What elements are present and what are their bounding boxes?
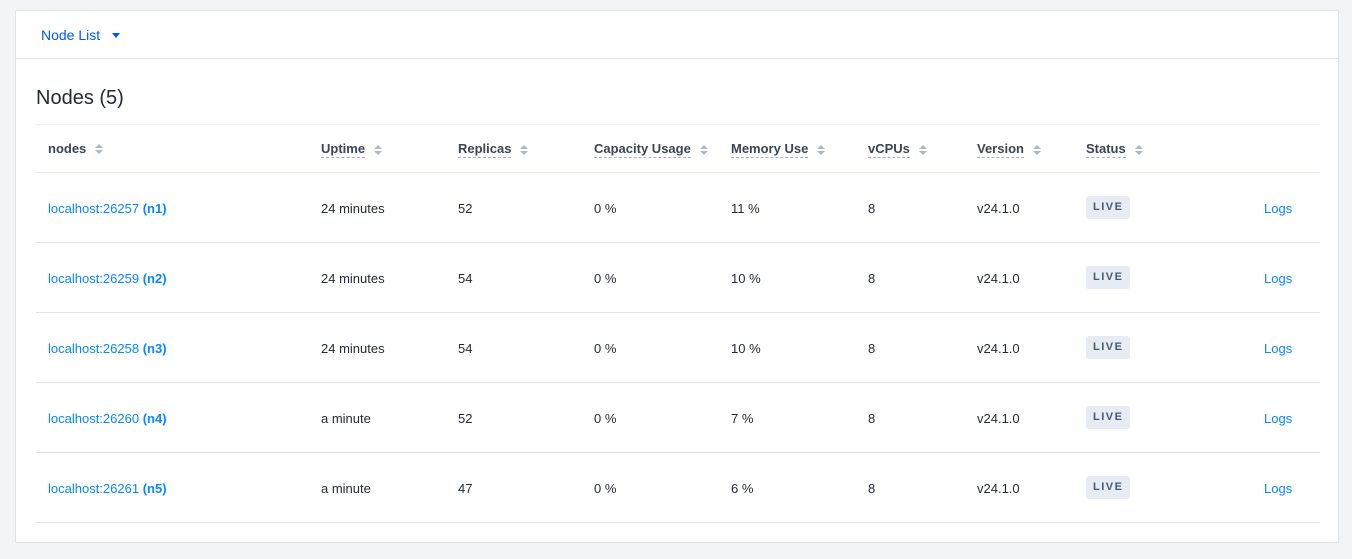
- column-label-status: Status: [1086, 141, 1126, 158]
- status-badge: LIVE: [1086, 196, 1131, 219]
- column-header-vcpus[interactable]: vCPUs: [868, 141, 927, 158]
- replicas-cell: 54: [458, 341, 473, 356]
- memory-cell: 6 %: [731, 481, 754, 496]
- sort-icon: [699, 144, 708, 155]
- node-link[interactable]: localhost:26257 (n1): [48, 201, 167, 216]
- nodes-panel: Node List Nodes (5) nodes Uptime Replica…: [15, 10, 1339, 543]
- sort-icon: [95, 144, 104, 154]
- node-link[interactable]: localhost:26259 (n2): [48, 271, 167, 286]
- status-badge: LIVE: [1086, 476, 1131, 499]
- node-address: localhost:26259: [48, 271, 140, 286]
- column-label-memory: Memory Use: [731, 141, 809, 158]
- node-list-dropdown-label: Node List: [41, 26, 101, 43]
- node-id: (n3): [142, 341, 167, 356]
- memory-cell: 11 %: [731, 201, 760, 216]
- logs-link[interactable]: Logs: [1264, 411, 1292, 426]
- column-header-capacity[interactable]: Capacity Usage: [594, 141, 708, 158]
- memory-cell: 10 %: [731, 271, 761, 286]
- uptime-cell: 24 minutes: [321, 271, 385, 286]
- node-address: localhost:26261: [48, 481, 140, 496]
- sort-icon: [374, 144, 383, 155]
- status-badge: LIVE: [1086, 406, 1131, 429]
- column-label-version: Version: [977, 141, 1024, 158]
- version-cell: v24.1.0: [977, 271, 1020, 286]
- column-label-vcpus: vCPUs: [868, 141, 910, 158]
- column-label-nodes: nodes: [48, 141, 87, 156]
- table-row: localhost:26257 (n1) 24 minutes 52 0 % 1…: [36, 173, 1320, 243]
- capacity-cell: 0 %: [594, 271, 617, 286]
- replicas-cell: 47: [458, 481, 473, 496]
- capacity-cell: 0 %: [594, 481, 617, 496]
- caret-down-icon: [112, 33, 121, 38]
- node-id: (n2): [142, 271, 167, 286]
- node-link[interactable]: localhost:26261 (n5): [48, 481, 167, 496]
- version-cell: v24.1.0: [977, 411, 1020, 426]
- node-link[interactable]: localhost:26258 (n3): [48, 341, 167, 356]
- page-title: Nodes (5): [36, 87, 124, 109]
- logs-link[interactable]: Logs: [1264, 201, 1292, 216]
- version-cell: v24.1.0: [977, 481, 1020, 496]
- uptime-cell: a minute: [321, 411, 371, 426]
- capacity-cell: 0 %: [594, 201, 617, 216]
- column-header-version[interactable]: Version: [977, 141, 1041, 158]
- table-row: localhost:26259 (n2) 24 minutes 54 0 % 1…: [36, 243, 1320, 313]
- vcpus-cell: 8: [868, 341, 876, 356]
- logs-link[interactable]: Logs: [1264, 341, 1292, 356]
- table-row: localhost:26258 (n3) 24 minutes 54 0 % 1…: [36, 313, 1320, 383]
- sort-icon: [520, 144, 529, 155]
- topbar: Node List: [16, 11, 1338, 59]
- table-header: nodes Uptime Replicas Capacity Usage Mem…: [36, 124, 1320, 173]
- memory-cell: 10 %: [731, 341, 761, 356]
- node-id: (n4): [142, 411, 167, 426]
- sort-icon: [1032, 144, 1041, 155]
- vcpus-cell: 8: [868, 271, 876, 286]
- column-label-uptime: Uptime: [321, 141, 366, 158]
- column-header-nodes[interactable]: nodes: [48, 141, 104, 157]
- node-address: localhost:26260: [48, 411, 140, 426]
- vcpus-cell: 8: [868, 481, 876, 496]
- node-link[interactable]: localhost:26260 (n4): [48, 411, 167, 426]
- vcpus-cell: 8: [868, 201, 876, 216]
- sort-icon: [918, 144, 927, 155]
- node-id: (n5): [142, 481, 167, 496]
- uptime-cell: 24 minutes: [321, 201, 385, 216]
- column-header-replicas[interactable]: Replicas: [458, 141, 529, 158]
- version-cell: v24.1.0: [977, 201, 1020, 216]
- node-list-dropdown[interactable]: Node List: [41, 26, 121, 43]
- node-address: localhost:26257: [48, 201, 140, 216]
- replicas-cell: 52: [458, 411, 473, 426]
- table-row: localhost:26260 (n4) a minute 52 0 % 7 %…: [36, 383, 1320, 453]
- sort-icon: [1134, 144, 1143, 155]
- column-header-uptime[interactable]: Uptime: [321, 141, 383, 158]
- replicas-cell: 54: [458, 271, 473, 286]
- column-label-capacity: Capacity Usage: [594, 141, 691, 158]
- column-header-status[interactable]: Status: [1086, 141, 1143, 158]
- version-cell: v24.1.0: [977, 341, 1020, 356]
- status-badge: LIVE: [1086, 336, 1131, 359]
- node-id: (n1): [142, 201, 167, 216]
- nodes-table: nodes Uptime Replicas Capacity Usage Mem…: [36, 124, 1320, 523]
- uptime-cell: a minute: [321, 481, 371, 496]
- sort-icon: [817, 144, 826, 155]
- capacity-cell: 0 %: [594, 411, 617, 426]
- table-row: localhost:26261 (n5) a minute 47 0 % 6 %…: [36, 453, 1320, 523]
- status-badge: LIVE: [1086, 266, 1131, 289]
- column-label-replicas: Replicas: [458, 141, 512, 158]
- logs-link[interactable]: Logs: [1264, 271, 1292, 286]
- logs-link[interactable]: Logs: [1264, 481, 1292, 496]
- vcpus-cell: 8: [868, 411, 876, 426]
- replicas-cell: 52: [458, 201, 473, 216]
- memory-cell: 7 %: [731, 411, 754, 426]
- column-header-memory[interactable]: Memory Use: [731, 141, 826, 158]
- uptime-cell: 24 minutes: [321, 341, 385, 356]
- capacity-cell: 0 %: [594, 341, 617, 356]
- node-address: localhost:26258: [48, 341, 140, 356]
